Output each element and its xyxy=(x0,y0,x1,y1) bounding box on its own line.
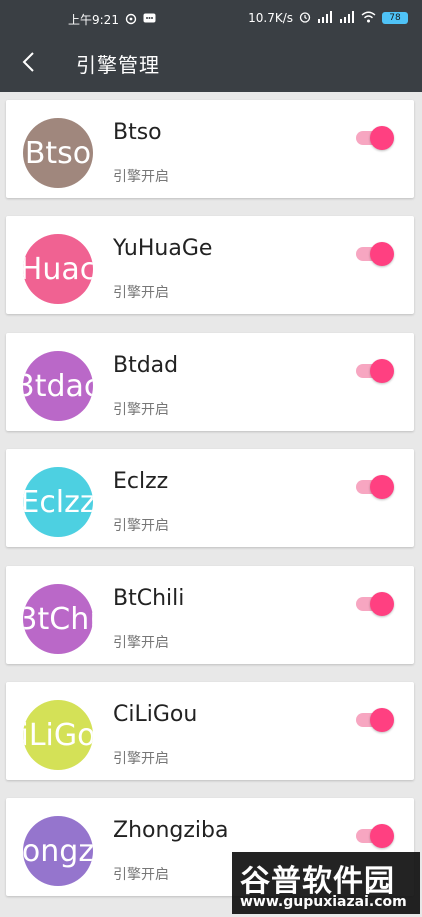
engine-status: 引擎开启 xyxy=(113,285,169,301)
engine-card-btchili[interactable]: 3tChi BtChili 引擎开启 xyxy=(6,566,414,664)
status-bar: 上午9:21 10.7K/s 78 xyxy=(0,0,422,36)
avatar: ongz xyxy=(23,816,93,886)
weibo-icon xyxy=(125,13,137,27)
avatar: Btso xyxy=(23,118,93,188)
network-speed: 10.7K/s xyxy=(248,11,293,25)
avatar: Huac xyxy=(23,234,93,304)
signal-icon xyxy=(339,11,355,25)
avatar: iLiGo xyxy=(23,700,93,770)
engine-card-ciligou[interactable]: iLiGo CiLiGou 引擎开启 xyxy=(6,682,414,780)
engine-name: BtChili xyxy=(113,586,185,611)
status-left: 上午9:21 xyxy=(68,11,156,28)
engine-name: Btso xyxy=(113,120,162,145)
avatar-text: 3tChi xyxy=(23,601,93,637)
switch-thumb xyxy=(370,708,394,732)
page-title: 引擎管理 xyxy=(76,53,160,77)
engine-status: 引擎开启 xyxy=(113,867,169,883)
engine-toggle-switch[interactable] xyxy=(356,126,394,150)
engine-card-btdad[interactable]: 3tdac Btdad 引擎开启 xyxy=(6,333,414,431)
engine-status: 引擎开启 xyxy=(113,751,169,767)
engine-status: 引擎开启 xyxy=(113,518,169,534)
chevron-left-icon xyxy=(21,51,35,77)
avatar-text: 3tdac xyxy=(23,368,93,404)
engine-toggle-switch[interactable] xyxy=(356,592,394,616)
engine-status: 引擎开启 xyxy=(113,169,169,185)
status-right: 10.7K/s 78 xyxy=(248,11,408,25)
app-bar: 引擎管理 xyxy=(0,36,422,92)
avatar-text: iLiGo xyxy=(23,717,93,753)
watermark-url: www.gupuxiazai.com xyxy=(240,894,407,910)
switch-thumb xyxy=(370,242,394,266)
engine-name: Btdad xyxy=(113,353,179,378)
message-icon xyxy=(143,13,156,27)
avatar-text: Huac xyxy=(23,251,93,287)
back-button[interactable] xyxy=(14,48,42,80)
switch-thumb xyxy=(370,592,394,616)
engine-toggle-switch[interactable] xyxy=(356,708,394,732)
switch-thumb xyxy=(370,824,394,848)
engine-status: 引擎开启 xyxy=(113,402,169,418)
avatar-text: Eclzz xyxy=(23,484,93,520)
engine-toggle-switch[interactable] xyxy=(356,475,394,499)
switch-thumb xyxy=(370,126,394,150)
signal-icon xyxy=(317,11,333,25)
engine-card-eclzz[interactable]: Eclzz Eclzz 引擎开启 xyxy=(6,449,414,547)
engine-toggle-switch[interactable] xyxy=(356,359,394,383)
status-time: 上午9:21 xyxy=(68,13,119,27)
engine-toggle-switch[interactable] xyxy=(356,242,394,266)
battery-icon: 78 xyxy=(382,12,408,24)
switch-thumb xyxy=(370,475,394,499)
switch-thumb xyxy=(370,359,394,383)
engine-card-yuhuage[interactable]: Huac YuHuaGe 引擎开启 xyxy=(6,216,414,314)
avatar-text: Btso xyxy=(24,135,92,171)
engine-card-btso[interactable]: Btso Btso 引擎开启 xyxy=(6,100,414,198)
engine-name: YuHuaGe xyxy=(113,236,213,261)
alarm-icon xyxy=(299,11,311,25)
engine-toggle-switch[interactable] xyxy=(356,824,394,848)
wifi-icon xyxy=(361,11,376,25)
avatar-text: ongz xyxy=(23,833,93,869)
engine-name: Zhongziba xyxy=(113,818,229,843)
engine-name: CiLiGou xyxy=(113,702,198,727)
avatar: Eclzz xyxy=(23,467,93,537)
engine-name: Eclzz xyxy=(113,469,169,494)
avatar: 3tdac xyxy=(23,351,93,421)
watermark: 谷普软件园 www.gupuxiazai.com xyxy=(232,852,420,914)
avatar: 3tChi xyxy=(23,584,93,654)
engine-status: 引擎开启 xyxy=(113,635,169,651)
